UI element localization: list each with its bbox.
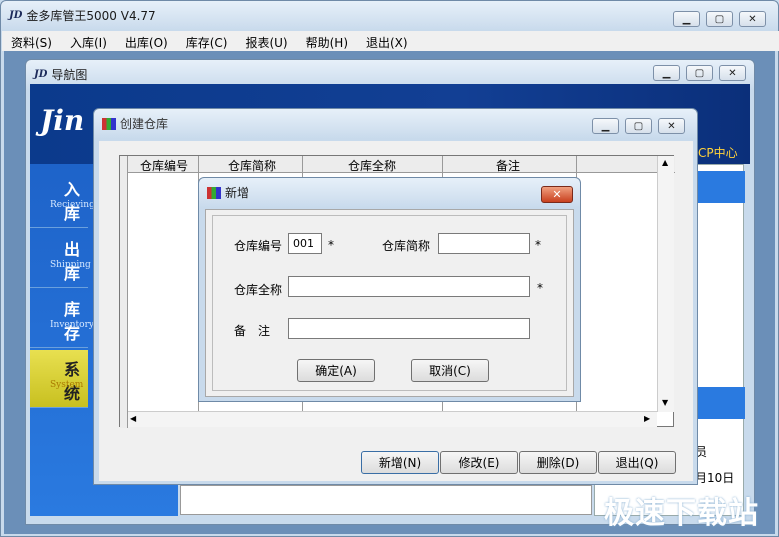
add-dialog-body: 仓库编号 001 * 仓库简称 * 仓库全称 * 备 注 确定(A) 取消(C) [205,209,574,397]
add-dialog-close-button[interactable]: ✕ [541,186,573,203]
grid-horizontal-scrollbar[interactable]: ◀ ▶ [128,411,657,427]
nav-banner-text: Jin [40,104,85,137]
delete-button[interactable]: 删除(D) [519,451,597,474]
nav-title-text: 导航图 [51,68,88,82]
nav-title: JD 导航图 [34,66,87,83]
add-button[interactable]: 新增(N) [361,451,439,474]
short-name-field[interactable] [438,233,530,254]
col-header-note[interactable]: 备注 [496,157,520,174]
main-title-text: 金多库管王5000 V4.77 [26,9,156,23]
menu-exit[interactable]: 退出(X) [357,31,417,51]
menu-bar: 资料(S) 入库(I) 出库(O) 库存(C) 报表(U) 帮助(H) 退出(X… [2,31,779,51]
nav-right-text-2: 月10日 [695,471,735,485]
short-name-required-mark: * [535,238,541,252]
nav-item-inbound[interactable]: 入库 Recieving [30,170,95,228]
menu-help[interactable]: 帮助(H) [297,31,357,51]
nav-item-inventory-sub: Inventory [50,320,94,330]
nav-logo: JD [34,69,48,80]
col-header-short[interactable]: 仓库简称 [228,157,276,174]
nav-banner-right-label: CP中心 [698,146,738,160]
nav-item-outbound-sub: Shipping [50,260,91,270]
col-header-code[interactable]: 仓库编号 [140,157,188,174]
cancel-button[interactable]: 取消(C) [411,359,489,382]
nav-maximize-button[interactable]: ▢ [686,65,713,81]
full-name-field[interactable] [288,276,530,297]
note-label: 备 注 [234,324,271,338]
edit-button[interactable]: 修改(E) [440,451,518,474]
nav-item-outbound[interactable]: 出库 Shipping [30,230,91,288]
warehouse-maximize-button[interactable]: ▢ [625,118,652,134]
warehouse-title-text: 创建仓库 [120,117,169,131]
main-title: JD 金多库管王5000 V4.77 [9,7,156,24]
menu-inbound[interactable]: 入库(I) [61,31,116,51]
warehouse-window-icon [102,117,116,130]
watermark: 极速下载站 [604,496,759,531]
grid-vertical-scrollbar[interactable]: ▲ ▼ [657,156,674,412]
main-maximize-button[interactable]: ▢ [706,11,733,27]
nav-bottom-strip [180,485,592,515]
menu-outbound[interactable]: 出库(O) [116,31,177,51]
scroll-up-icon[interactable]: ▲ [662,158,668,167]
grid-header [120,156,675,173]
main-minimize-button[interactable]: ▁ [673,11,700,27]
warehouse-close-button[interactable]: ✕ [658,118,685,134]
scroll-down-icon[interactable]: ▼ [662,398,668,407]
menu-inventory[interactable]: 库存(C) [177,31,237,51]
nav-item-system-sub: System [50,380,84,390]
main-close-button[interactable]: ✕ [739,11,766,27]
full-name-required-mark: * [537,281,543,295]
short-name-label: 仓库简称 [382,239,431,253]
note-field[interactable] [288,318,530,339]
code-required-mark: * [328,238,334,252]
scroll-left-icon[interactable]: ◀ [130,414,136,423]
warehouse-minimize-button[interactable]: ▁ [592,118,619,134]
add-dialog: 新增 ✕ 仓库编号 001 * 仓库简称 * 仓库全称 * 备 注 确定(A) … [198,177,581,402]
menu-reports[interactable]: 报表(U) [236,31,296,51]
warehouse-title: 创建仓库 [102,115,168,132]
menu-data[interactable]: 资料(S) [2,31,61,51]
code-field[interactable]: 001 [288,233,322,254]
nav-item-inbound-sub: Recieving [50,200,95,210]
grid-row-indicator [120,156,128,428]
code-label: 仓库编号 [234,239,283,253]
app-logo: JD [9,10,23,21]
col-header-full[interactable]: 仓库全称 [348,157,396,174]
full-name-label: 仓库全称 [234,283,283,297]
exit-button[interactable]: 退出(Q) [598,451,676,474]
add-dialog-title: 新增 [207,184,249,201]
nav-close-button[interactable]: ✕ [719,65,746,81]
add-dialog-icon [207,186,221,199]
add-dialog-title-text: 新增 [225,186,250,200]
ok-button[interactable]: 确定(A) [297,359,375,382]
nav-item-inventory[interactable]: 库存 Inventory [30,290,94,348]
scroll-right-icon[interactable]: ▶ [644,414,650,423]
nav-item-system[interactable]: 系统 System [30,350,88,408]
nav-minimize-button[interactable]: ▁ [653,65,680,81]
